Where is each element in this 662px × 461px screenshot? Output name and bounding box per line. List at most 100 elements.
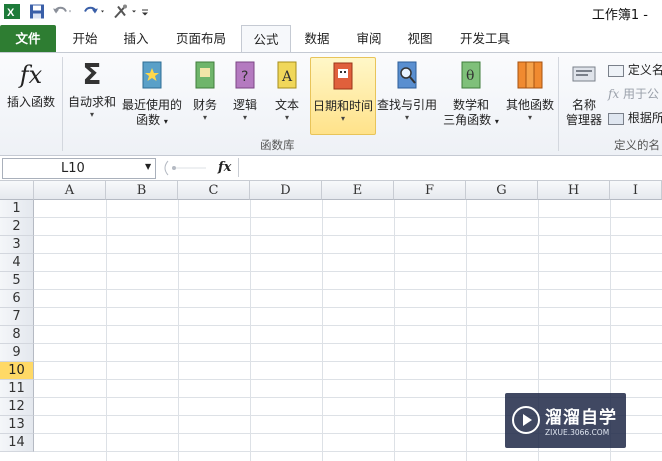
- grid-row[interactable]: [34, 272, 662, 290]
- grid-row[interactable]: [34, 218, 662, 236]
- tab-insert[interactable]: 插入: [114, 25, 158, 52]
- tools-icon[interactable]: [112, 3, 138, 20]
- financial-button[interactable]: 财务 ▾: [188, 57, 222, 123]
- dropdown-arrow-icon: ▾: [404, 113, 409, 122]
- column-header-f[interactable]: F: [394, 181, 466, 200]
- more-functions-button[interactable]: 其他函数 ▾: [504, 57, 556, 123]
- use-in-formula-button[interactable]: fx 用于公: [608, 85, 659, 102]
- svg-text:?: ?: [241, 69, 248, 85]
- redo-icon[interactable]: [82, 3, 106, 20]
- row-header[interactable]: 14: [0, 434, 34, 452]
- column-header-a[interactable]: A: [34, 181, 106, 200]
- name-box[interactable]: L10 ▼: [2, 158, 156, 179]
- grid-row[interactable]: [34, 254, 662, 272]
- dropdown-arrow-icon: ▾: [527, 113, 532, 122]
- tab-view[interactable]: 视图: [399, 25, 441, 52]
- grid-row[interactable]: [34, 326, 662, 344]
- window-title: 工作簿1 -: [591, 8, 648, 23]
- quick-access-toolbar: X 工作簿1 -: [0, 0, 662, 24]
- row-header[interactable]: 2: [0, 218, 34, 236]
- formula-bar: L10 ▼ fx: [0, 156, 662, 181]
- logical-button[interactable]: ? 逻辑 ▾: [228, 57, 262, 123]
- insert-function-fx-icon[interactable]: fx: [218, 160, 231, 175]
- svg-text:X: X: [7, 7, 15, 19]
- tab-home[interactable]: 开始: [64, 25, 106, 52]
- excel-logo-icon: X: [4, 4, 20, 19]
- lookup-reference-button[interactable]: 查找与引用 ▾: [376, 57, 438, 123]
- more-functions-books-icon: [517, 61, 543, 89]
- undo-icon[interactable]: [51, 3, 73, 20]
- select-all-corner[interactable]: [0, 181, 34, 200]
- autosum-button[interactable]: Σ 自动求和 ▾: [66, 57, 118, 120]
- text-button[interactable]: A 文本 ▾: [270, 57, 304, 123]
- tab-review[interactable]: 审阅: [348, 25, 390, 52]
- formula-bar-divider-handle: [164, 160, 206, 176]
- tab-data[interactable]: 数据: [296, 25, 338, 52]
- column-header-h[interactable]: H: [538, 181, 610, 200]
- customize-toolbar-icon[interactable]: [140, 3, 150, 20]
- row-header[interactable]: 4: [0, 254, 34, 272]
- lookup-book-icon: [397, 61, 417, 89]
- tab-formulas[interactable]: 公式: [241, 25, 291, 54]
- create-from-selection-icon: [608, 112, 624, 125]
- text-book-icon: A: [277, 61, 297, 89]
- dropdown-arrow-icon: ▾: [89, 110, 94, 119]
- row-header[interactable]: 9: [0, 344, 34, 362]
- dropdown-arrow-icon: ▾: [340, 114, 345, 123]
- row-header[interactable]: 5: [0, 272, 34, 290]
- name-manager-button[interactable]: 名称 管理器: [562, 57, 606, 128]
- tab-file[interactable]: 文件: [0, 25, 56, 52]
- row-header[interactable]: 3: [0, 236, 34, 254]
- row-header[interactable]: 6: [0, 290, 34, 308]
- ribbon-separator: [62, 57, 63, 151]
- recently-used-button[interactable]: 最近使用的 函数 ▾: [120, 57, 184, 129]
- svg-text:θ: θ: [466, 68, 474, 84]
- row-header-selected[interactable]: 10: [0, 362, 34, 380]
- row-header[interactable]: 1: [0, 200, 34, 218]
- column-header-i[interactable]: I: [610, 181, 662, 200]
- math-book-icon: θ: [461, 61, 481, 89]
- define-name-button[interactable]: 定义名: [608, 61, 662, 78]
- dropdown-arrow-icon: ▾: [494, 117, 499, 126]
- save-icon[interactable]: [29, 3, 45, 20]
- date-time-button[interactable]: 日期和时间 ▾: [310, 57, 376, 135]
- row-header[interactable]: 7: [0, 308, 34, 326]
- column-header-e[interactable]: E: [322, 181, 394, 200]
- row-header[interactable]: 11: [0, 380, 34, 398]
- svg-text:A: A: [281, 69, 293, 85]
- math-trig-button[interactable]: θ 数学和 三角函数 ▾: [440, 57, 502, 129]
- name-manager-icon: [572, 66, 596, 82]
- grid-row[interactable]: [34, 344, 662, 362]
- name-box-dropdown-icon[interactable]: ▼: [145, 162, 151, 171]
- fx-small-icon: fx: [608, 87, 620, 101]
- watermark-badge: 溜溜自学 ZIXUE.3066.COM: [505, 393, 626, 448]
- grid-row[interactable]: [34, 200, 662, 218]
- row-header[interactable]: 8: [0, 326, 34, 344]
- grid-row[interactable]: [34, 236, 662, 254]
- insert-function-button[interactable]: fx 插入函数: [4, 57, 58, 110]
- column-header-d[interactable]: D: [250, 181, 322, 200]
- row-header[interactable]: 12: [0, 398, 34, 416]
- watermark-title: 溜溜自学: [545, 408, 617, 428]
- ribbon-separator: [558, 57, 559, 151]
- tab-developer[interactable]: 开发工具: [452, 25, 518, 52]
- dropdown-arrow-icon: ▾: [284, 113, 289, 122]
- group-label-defined-names: 定义的名: [614, 138, 660, 152]
- financial-book-icon: [195, 61, 215, 89]
- function-fx-icon: fx: [19, 61, 43, 89]
- column-header-g[interactable]: G: [466, 181, 538, 200]
- formula-input[interactable]: [238, 158, 662, 177]
- row-header[interactable]: 13: [0, 416, 34, 434]
- grid-row[interactable]: [34, 290, 662, 308]
- grid-row[interactable]: [34, 362, 662, 380]
- tab-page-layout[interactable]: 页面布局: [168, 25, 234, 52]
- ribbon-tabs: 文件 开始 插入 页面布局 公式 数据 审阅 视图 开发工具: [0, 25, 662, 54]
- column-header-c[interactable]: C: [178, 181, 250, 200]
- star-book-icon: [142, 61, 162, 89]
- column-header-b[interactable]: B: [106, 181, 178, 200]
- dropdown-arrow-icon: ▾: [242, 113, 247, 122]
- grid-row[interactable]: [34, 308, 662, 326]
- create-from-selection-button[interactable]: 根据所: [608, 109, 662, 126]
- dropdown-arrow-icon: ▾: [163, 117, 168, 126]
- play-logo-icon: [512, 406, 540, 434]
